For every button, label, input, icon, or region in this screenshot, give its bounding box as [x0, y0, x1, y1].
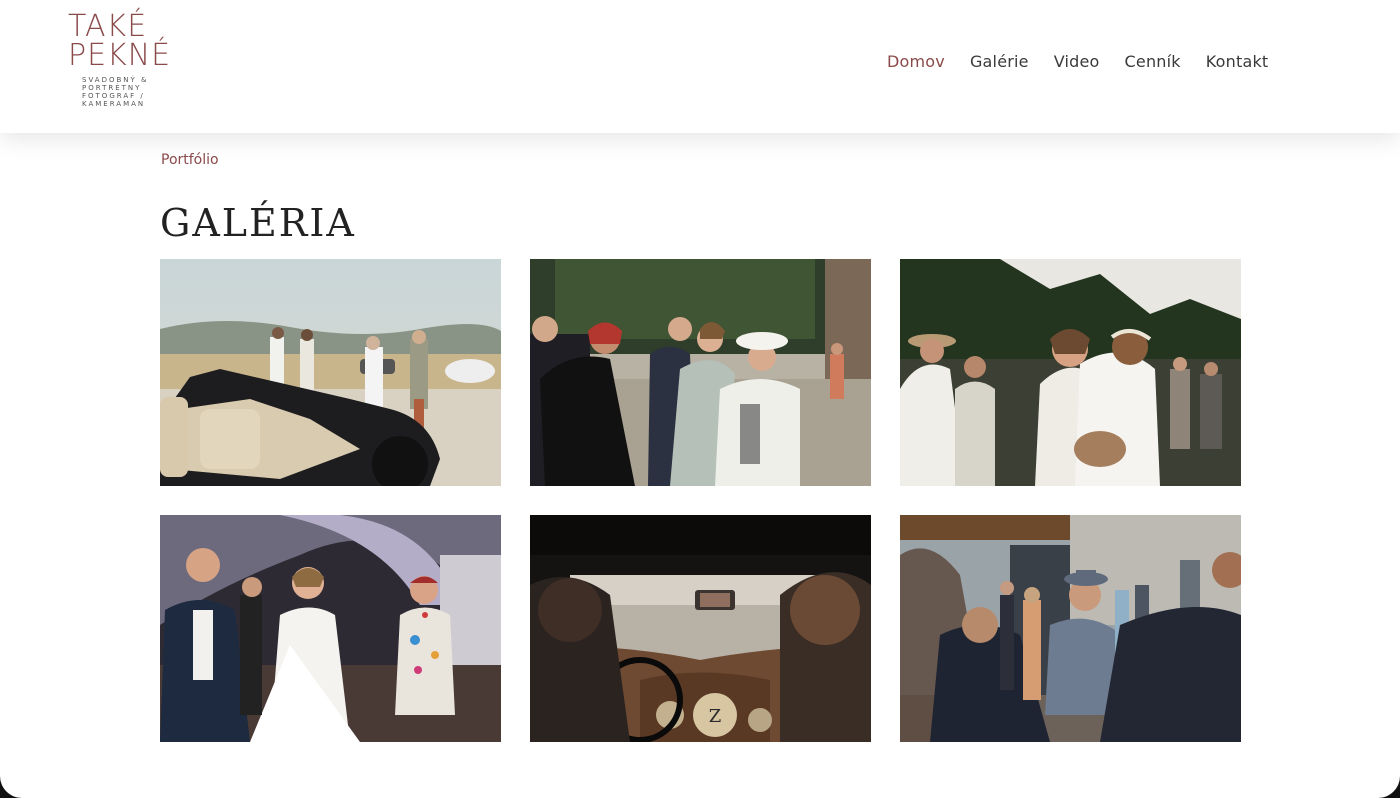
- photo-vintage-convertible-guests: [160, 259, 501, 486]
- site-header: TAKÉ PEKNÉ SVADOBNÝ & PORTRÉTNY FOTOGRAF…: [0, 0, 1400, 133]
- photo-wedding-guests-women: [530, 259, 871, 486]
- svg-text:Z: Z: [709, 706, 722, 727]
- page-subtitle: Portfólio: [161, 152, 219, 168]
- logo-line-1: TAKÉ: [68, 9, 148, 44]
- nav-item-galerie[interactable]: Galérie: [970, 52, 1029, 71]
- gallery-photo-5[interactable]: Z: [530, 515, 871, 742]
- photo-car-interior-dashboard: Z: [530, 515, 871, 742]
- logo-tagline: SVADOBNÝ & PORTRÉTNY FOTOGRAF / KAMERAMA…: [82, 76, 149, 108]
- gallery-photo-6[interactable]: [900, 515, 1241, 742]
- photo-couple-dancing: [160, 515, 501, 742]
- logo-line-2: PEKNÉ: [68, 38, 172, 73]
- nav-item-cennik[interactable]: Cenník: [1125, 52, 1181, 71]
- photo-bride-hugging-guest: [900, 259, 1241, 486]
- gallery-photo-1[interactable]: [160, 259, 501, 486]
- main-navigation: Domov Galérie Video Cenník Kontakt: [887, 52, 1293, 71]
- nav-item-domov[interactable]: Domov: [887, 52, 945, 71]
- nav-item-video[interactable]: Video: [1054, 52, 1100, 71]
- page: TAKÉ PEKNÉ SVADOBNÝ & PORTRÉTNY FOTOGRAF…: [0, 0, 1400, 798]
- page-title: GALÉRIA: [160, 201, 356, 246]
- photo-guests-outside-building: [900, 515, 1241, 742]
- gallery-photo-2[interactable]: [530, 259, 871, 486]
- gallery-photo-4[interactable]: [160, 515, 501, 742]
- photo-gallery: Z: [160, 259, 1241, 742]
- gallery-photo-3[interactable]: [900, 259, 1241, 486]
- site-logo[interactable]: TAKÉ PEKNÉ SVADOBNÝ & PORTRÉTNY FOTOGRAF…: [68, 9, 188, 109]
- nav-item-kontakt[interactable]: Kontakt: [1206, 52, 1269, 71]
